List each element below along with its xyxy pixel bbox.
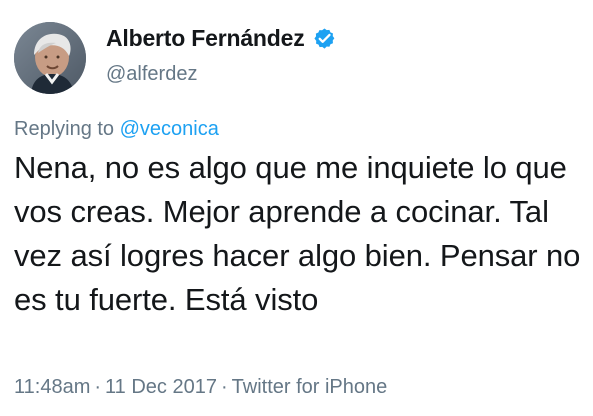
reply-mention-link[interactable]: @veconica: [120, 118, 219, 140]
tweet-card: Alberto Fernández @alferdez Replying to …: [0, 0, 593, 416]
meta-separator: ·: [94, 376, 102, 398]
author-handle[interactable]: @alferdez: [106, 63, 197, 86]
meta-separator: ·: [220, 376, 228, 398]
tweet-source[interactable]: Twitter for iPhone: [232, 376, 388, 398]
author-name[interactable]: Alberto Fernández: [106, 25, 305, 52]
avatar[interactable]: [14, 22, 86, 94]
replying-to-prefix: Replying to: [14, 118, 120, 140]
author-name-row: Alberto Fernández: [106, 25, 336, 52]
replying-to-line: Replying to @veconica: [14, 118, 219, 141]
tweet-text: Nena, no es algo que me inquiete lo que …: [14, 150, 581, 317]
tweet-time[interactable]: 11:48am: [14, 376, 90, 398]
tweet-meta: 11:48am · 11 Dec 2017 · Twitter for iPhone: [14, 376, 387, 399]
tweet-date[interactable]: 11 Dec 2017: [105, 376, 217, 398]
verified-badge-icon: [313, 27, 336, 50]
